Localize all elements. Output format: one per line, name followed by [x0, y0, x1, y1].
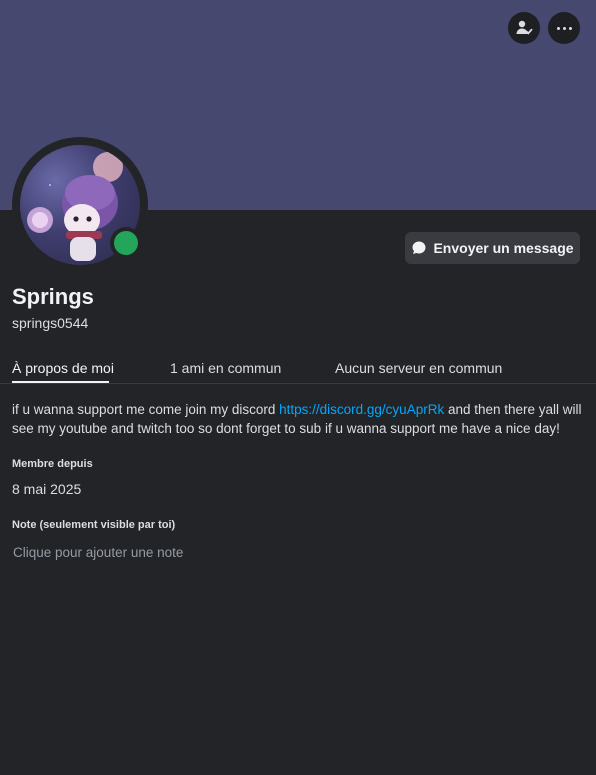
send-message-button[interactable]: Envoyer un message: [405, 232, 580, 264]
discord-invite-link[interactable]: https://discord.gg/cyuAprRk: [279, 402, 444, 417]
more-options-icon: [556, 26, 572, 30]
bio-text-start: if u wanna support me come join my disco…: [12, 402, 280, 417]
more-options-button[interactable]: [548, 12, 580, 44]
display-name: Springs: [12, 284, 94, 309]
username[interactable]: springs0544: [12, 315, 88, 331]
active-tab-indicator: [12, 381, 109, 383]
note-label: Note (seulement visible par toi): [12, 519, 176, 531]
note-input[interactable]: [10, 541, 586, 563]
tab-mutual-friends[interactable]: 1 ami en commun: [170, 360, 281, 376]
tab-about-me[interactable]: À propos de moi: [12, 360, 114, 376]
member-since-label: Membre depuis: [12, 458, 93, 470]
chat-bubble-icon: [412, 241, 426, 254]
bio-text: if u wanna support me come join my disco…: [12, 400, 590, 438]
tab-mutual-servers[interactable]: Aucun serveur en commun: [335, 360, 502, 376]
send-message-label: Envoyer un message: [433, 240, 574, 256]
avatar-container: [12, 137, 148, 273]
online-status-dot: [114, 231, 138, 255]
profile-tabs: À propos de moi 1 ami en commun Aucun se…: [0, 352, 596, 384]
add-friend-button[interactable]: [508, 12, 540, 44]
status-indicator: [110, 227, 142, 259]
add-friend-icon: [516, 20, 533, 35]
member-since-value: 8 mai 2025: [12, 481, 82, 497]
